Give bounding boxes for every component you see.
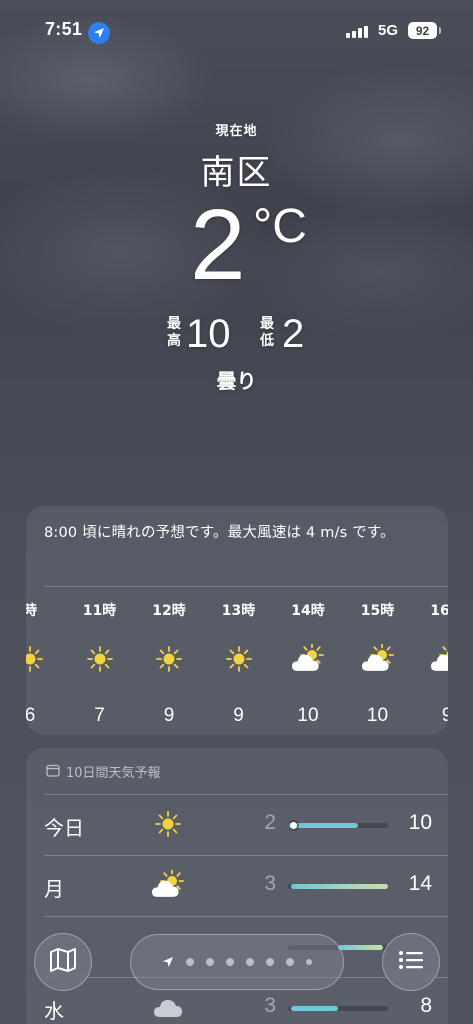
cellular-signal-icon	[346, 26, 368, 38]
sun-icon	[209, 643, 269, 675]
temperature-range-bar	[288, 1006, 388, 1011]
hourly-list[interactable]: 時611時712時913時914時1015時1016時9	[26, 601, 448, 731]
hour-time: 11時	[82, 603, 117, 619]
hour-item: 15時 10	[348, 601, 408, 727]
hour-item: 13時 9	[209, 601, 269, 727]
day-name: 今日	[44, 816, 84, 840]
high-value: 10	[186, 312, 231, 356]
hour-temperature: 7	[94, 705, 105, 726]
hourly-forecast-card[interactable]: 8:00 頃に晴れの予想です。最大風速は 4 m/s です。 時 6 11時 7 12時…	[26, 506, 448, 735]
page-dot[interactable]	[286, 958, 294, 966]
hour-item: 12時 9	[139, 601, 199, 727]
low-value: 2	[282, 312, 305, 356]
hour-time: 14時	[291, 603, 325, 619]
current-temperature: 2 °C	[0, 195, 473, 305]
hour-temperature: 10	[366, 705, 389, 726]
partly-cloudy-icon	[148, 867, 188, 903]
day-low: 3	[264, 994, 276, 1017]
day-name: 水	[44, 999, 64, 1023]
hour-temperature: 6	[26, 705, 36, 726]
partly-cloudy-icon	[348, 643, 408, 675]
day-name: 月	[44, 877, 64, 901]
city-name: 南区	[200, 153, 273, 193]
day-high: 8	[420, 994, 432, 1017]
map-button[interactable]	[34, 933, 92, 991]
temperature-range-fill	[291, 1006, 338, 1011]
temperature-range-bar	[288, 822, 388, 829]
hour-temperature: 9	[441, 705, 448, 726]
map-icon	[49, 947, 77, 977]
location-list-button[interactable]	[382, 933, 440, 991]
page-dot[interactable]	[306, 959, 312, 965]
location-arrow-icon	[88, 22, 110, 44]
network-type: 5G	[378, 22, 399, 39]
hour-temperature: 9	[163, 705, 175, 726]
high-label: 最高	[167, 316, 181, 349]
partly-cloudy-icon	[278, 643, 338, 675]
page-dot[interactable]	[246, 958, 254, 966]
hour-time: 13時	[221, 603, 256, 619]
forecast-summary: 8:00 頃に晴れの予想です。最大風速は 4 m/s です。	[44, 525, 395, 541]
sun-icon	[70, 643, 130, 675]
hour-time: 16時	[430, 603, 448, 619]
current-weather-header: 現在地 南区 2 °C 最高 10 最低 2 曇り	[0, 120, 473, 393]
list-icon	[398, 950, 424, 974]
ten-day-title: 10日間天気予報	[66, 766, 161, 781]
temperature-range-bar	[288, 884, 388, 889]
sun-icon	[148, 806, 188, 842]
condition-text: 曇り	[216, 369, 257, 393]
battery-indicator: 92	[408, 22, 441, 39]
calendar-icon	[46, 763, 60, 781]
temperature-range-fill	[338, 945, 383, 950]
hour-time: 15時	[360, 603, 395, 619]
day-high: 10	[408, 811, 432, 834]
cloud-icon	[148, 989, 188, 1024]
day-low: 2	[264, 811, 276, 834]
temperature-unit: °C	[253, 200, 307, 253]
low-label: 最低	[260, 316, 274, 349]
page-dot[interactable]	[206, 958, 214, 966]
hour-item: 時6	[26, 601, 60, 727]
page-dot[interactable]	[186, 958, 194, 966]
current-temp-marker	[290, 822, 297, 829]
hour-item: 16時 9	[417, 601, 448, 727]
day-row[interactable]: 今日 2 10	[26, 794, 448, 854]
sun-icon	[26, 643, 60, 675]
ten-day-header: 10日間天気予報	[46, 762, 161, 781]
hour-temperature: 9	[233, 705, 244, 726]
page-dot[interactable]	[266, 958, 274, 966]
day-row[interactable]: 月 3 14	[26, 855, 448, 915]
temperature-range-fill	[291, 884, 388, 889]
hour-time: 時	[26, 603, 37, 619]
day-high: 14	[408, 872, 432, 895]
clock: 7:51	[45, 19, 83, 39]
hour-temperature: 10	[297, 705, 319, 726]
hour-time: 12時	[152, 603, 186, 619]
sun-icon	[139, 643, 199, 675]
page-indicator[interactable]	[130, 934, 344, 990]
temperature-range-fill	[288, 823, 358, 828]
location-label: 現在地	[215, 124, 258, 139]
status-bar: 7:51 5G 92	[0, 0, 473, 60]
day-low: 3	[264, 872, 276, 895]
hour-item: 11時 7	[70, 601, 130, 727]
high-low: 最高 10 最低 2	[0, 312, 473, 356]
hour-item: 14時 10	[278, 601, 338, 727]
partly-cloudy-icon	[417, 643, 448, 675]
temperature-value: 2	[190, 189, 246, 301]
location-arrow-icon	[162, 953, 174, 972]
page-dot[interactable]	[226, 958, 234, 966]
divider	[44, 586, 448, 587]
